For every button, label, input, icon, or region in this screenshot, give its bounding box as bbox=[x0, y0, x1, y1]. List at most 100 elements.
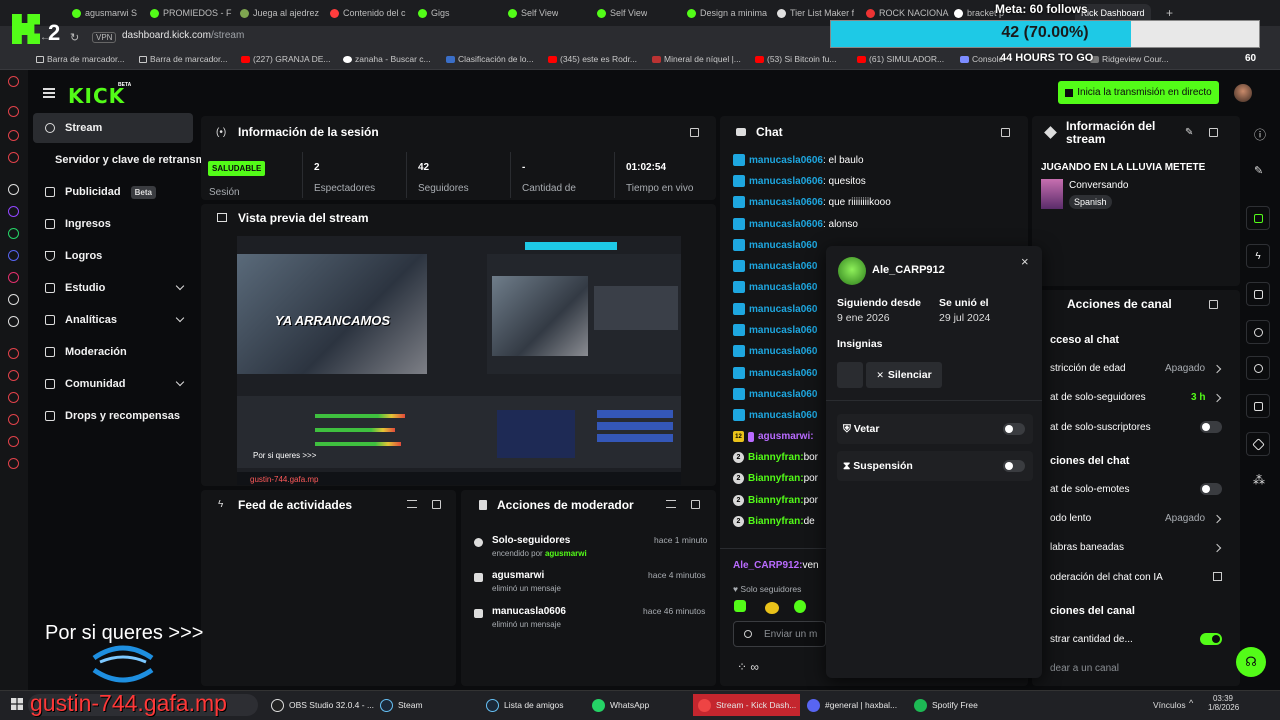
vpn-badge[interactable]: VPN bbox=[92, 32, 117, 43]
clock-icon[interactable] bbox=[8, 414, 19, 425]
subs-only-toggle[interactable] bbox=[1200, 421, 1222, 433]
popout-icon[interactable] bbox=[1001, 128, 1010, 137]
refresh-icon[interactable] bbox=[8, 106, 19, 117]
sidebar-item-income[interactable]: Ingresos bbox=[33, 209, 193, 239]
sidebar-item-achievements[interactable]: Logros bbox=[33, 241, 193, 271]
bookmark[interactable]: Barra de marcador... bbox=[36, 54, 124, 64]
go-live-button[interactable]: Inicia la transmisión en directo bbox=[1058, 81, 1219, 104]
twitch-icon[interactable] bbox=[8, 206, 19, 217]
reply-preview[interactable]: Ale_CARP912: ven bbox=[733, 560, 819, 571]
sidebar-item-community[interactable]: Comunidad bbox=[33, 369, 193, 399]
sidebar-item-stream[interactable]: Stream bbox=[33, 113, 193, 143]
links-toolbar[interactable]: Vínculos bbox=[1153, 700, 1186, 710]
chat-username[interactable]: manucasla0606 bbox=[749, 155, 823, 166]
chat-username[interactable]: Biannyfran: bbox=[748, 473, 804, 484]
ai-moderation-row[interactable]: oderación del chat con IA bbox=[1050, 572, 1230, 583]
kick-logo[interactable]: KICK bbox=[68, 84, 125, 108]
emotes-only-toggle[interactable] bbox=[1200, 483, 1222, 495]
ban-toggle[interactable] bbox=[1003, 423, 1025, 435]
home-icon[interactable] bbox=[8, 76, 19, 87]
mod-row-user[interactable]: agusmarwi bbox=[545, 549, 587, 558]
popout-icon[interactable] bbox=[691, 500, 700, 509]
rail-button-lightning[interactable]: ϟ bbox=[1246, 244, 1270, 268]
sidebar-item-ads[interactable]: Publicidad Beta bbox=[33, 177, 193, 207]
bookmark[interactable]: zanaha - Buscar c... bbox=[343, 54, 431, 64]
chat-username[interactable]: Biannyfran: bbox=[748, 452, 804, 463]
silence-button[interactable]: ✕ Silenciar bbox=[866, 362, 942, 388]
browser-tab[interactable]: PROMIEDOS - F bbox=[150, 4, 232, 22]
chat-username[interactable]: manucasla060 bbox=[749, 346, 817, 357]
chat-username[interactable]: manucasla0606 bbox=[749, 219, 823, 230]
stream-preview-video[interactable] bbox=[237, 236, 681, 485]
sidebar-item-studio[interactable]: Estudio bbox=[33, 273, 193, 303]
chat-message[interactable]: manucasla0606: el baulo bbox=[733, 154, 864, 166]
filter-icon[interactable] bbox=[666, 500, 676, 508]
chat-username[interactable]: Biannyfran: bbox=[748, 516, 804, 527]
chat-username[interactable]: manucasla060 bbox=[749, 261, 817, 272]
bookmark[interactable]: Clasificación de lo... bbox=[446, 54, 534, 64]
bookmark[interactable]: (53) Si Bitcoin fu... bbox=[755, 54, 836, 64]
x-icon[interactable] bbox=[8, 316, 19, 327]
taskbar-discord[interactable]: #general | haxbal... bbox=[802, 694, 902, 716]
bookmark[interactable]: (227) GRANJA DE... bbox=[241, 54, 330, 64]
menu-icon[interactable] bbox=[43, 88, 55, 98]
browser-tab[interactable]: Contenido del c bbox=[330, 4, 406, 22]
popout-icon[interactable] bbox=[690, 128, 699, 137]
rail-button-layout[interactable] bbox=[1246, 394, 1270, 418]
sidebar-item-drops[interactable]: Drops y recompensas bbox=[33, 401, 193, 431]
chat-message[interactable]: 2 Biannyfran: de bbox=[733, 516, 815, 527]
taskbar-steam[interactable]: Steam bbox=[375, 694, 428, 716]
popout-icon[interactable] bbox=[432, 500, 441, 509]
taskbar-friends[interactable]: Lista de amigos bbox=[481, 694, 569, 716]
rail-button-broadcast[interactable] bbox=[1246, 356, 1270, 380]
more-apps-icon[interactable]: ⁂ bbox=[1253, 473, 1265, 487]
popout-icon[interactable] bbox=[1209, 128, 1218, 137]
chat-message[interactable]: manucasla060 bbox=[733, 388, 817, 400]
bookmark[interactable]: Barra de marcador... bbox=[139, 54, 227, 64]
bookmark[interactable]: (345) este es Rodr... bbox=[548, 54, 637, 64]
browser-tab[interactable]: Design a minima bbox=[687, 4, 767, 22]
emoji-icon[interactable] bbox=[744, 630, 752, 638]
chatgpt-icon[interactable] bbox=[8, 184, 19, 195]
rail-button-scan[interactable] bbox=[1246, 206, 1270, 230]
whatsapp-icon[interactable] bbox=[8, 228, 19, 239]
share-icon[interactable] bbox=[8, 436, 19, 447]
category-thumbnail[interactable] bbox=[1041, 179, 1063, 209]
edit-icon[interactable]: ✎ bbox=[1254, 164, 1263, 177]
record-icon[interactable] bbox=[8, 348, 19, 359]
chat-message[interactable]: manucasla060 bbox=[733, 409, 817, 421]
browser-tab[interactable]: Self View bbox=[508, 4, 558, 22]
popout-icon[interactable] bbox=[1209, 300, 1218, 309]
chat-username[interactable]: manucasla060 bbox=[749, 325, 817, 336]
support-button[interactable]: ☊ bbox=[1236, 647, 1266, 677]
browser-tab[interactable]: agusmarwi S bbox=[72, 4, 137, 22]
play-icon[interactable] bbox=[8, 370, 19, 381]
chat-message[interactable]: manucasla060 bbox=[733, 281, 817, 293]
chat-username[interactable]: manucasla060 bbox=[749, 410, 817, 421]
info-icon[interactable]: ⓘ bbox=[1254, 126, 1266, 143]
category-name[interactable]: Conversando bbox=[1069, 180, 1128, 191]
bookmark[interactable]: Ridgeview Cour... bbox=[1090, 54, 1169, 64]
emote-icon[interactable] bbox=[794, 600, 806, 613]
chat-message[interactable]: 2 Biannyfran: bor bbox=[733, 452, 818, 463]
chat-message[interactable]: 12 agusmarwi: bbox=[733, 431, 814, 442]
chat-username[interactable]: manucasla0606 bbox=[749, 176, 823, 187]
clock[interactable]: 03:39 1/8/2026 bbox=[1208, 694, 1239, 712]
rail-button-notes[interactable] bbox=[1246, 282, 1270, 306]
sidebar-item-server-key[interactable]: Servidor y clave de retransm bbox=[33, 145, 203, 175]
messenger-icon[interactable] bbox=[8, 130, 19, 141]
chat-username[interactable]: manucasla060 bbox=[749, 240, 817, 251]
show-count-toggle[interactable] bbox=[1200, 633, 1222, 645]
reload-icon[interactable]: ↻ bbox=[70, 31, 79, 44]
chat-message[interactable]: manucasla060 bbox=[733, 239, 817, 251]
chevron-up-icon[interactable]: ^ bbox=[1189, 698, 1193, 708]
settings-icon[interactable] bbox=[8, 458, 19, 469]
taskbar-spotify[interactable]: Spotify Free bbox=[909, 694, 983, 716]
chat-username[interactable]: Biannyfran: bbox=[748, 495, 804, 506]
mail-icon[interactable] bbox=[8, 152, 19, 163]
sidebar-item-moderation[interactable]: Moderación bbox=[33, 337, 193, 367]
chat-username[interactable]: manucasla060 bbox=[749, 304, 817, 315]
taskbar-whatsapp[interactable]: WhatsApp bbox=[587, 694, 654, 716]
chat-message[interactable]: manucasla060 bbox=[733, 303, 817, 315]
url-field[interactable]: dashboard.kick.com/stream bbox=[122, 30, 244, 41]
